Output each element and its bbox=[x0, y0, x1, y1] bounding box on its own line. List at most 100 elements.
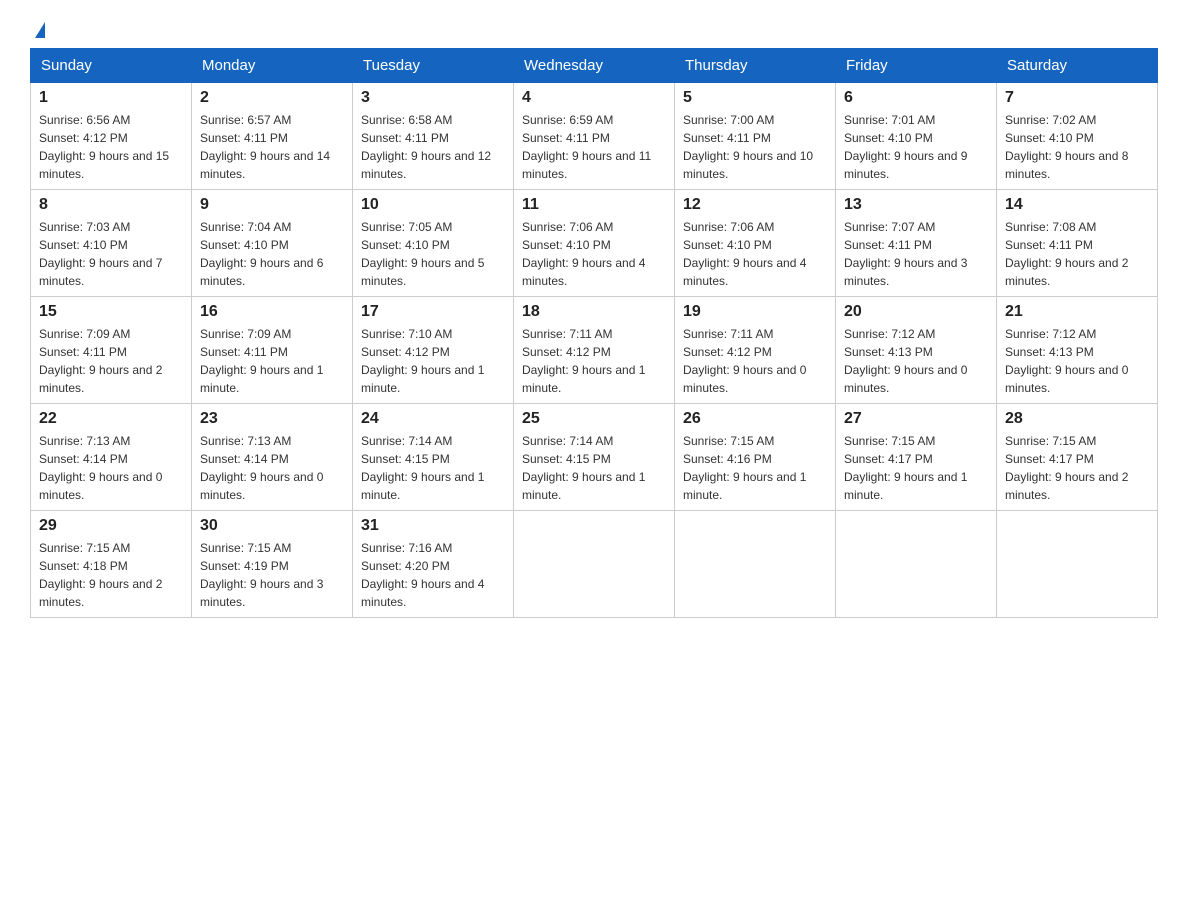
day-cell: 7 Sunrise: 7:02 AMSunset: 4:10 PMDayligh… bbox=[997, 83, 1158, 190]
day-number: 22 bbox=[39, 410, 183, 428]
weekday-header-monday: Monday bbox=[192, 49, 353, 83]
day-info: Sunrise: 7:06 AMSunset: 4:10 PMDaylight:… bbox=[522, 220, 645, 288]
weekday-header-saturday: Saturday bbox=[997, 49, 1158, 83]
day-info: Sunrise: 7:09 AMSunset: 4:11 PMDaylight:… bbox=[39, 327, 162, 395]
day-cell: 15 Sunrise: 7:09 AMSunset: 4:11 PMDaylig… bbox=[31, 297, 192, 404]
day-number: 7 bbox=[1005, 89, 1149, 107]
day-number: 21 bbox=[1005, 303, 1149, 321]
day-number: 30 bbox=[200, 517, 344, 535]
day-info: Sunrise: 7:15 AMSunset: 4:17 PMDaylight:… bbox=[1005, 434, 1128, 502]
day-cell: 2 Sunrise: 6:57 AMSunset: 4:11 PMDayligh… bbox=[192, 83, 353, 190]
day-number: 23 bbox=[200, 410, 344, 428]
day-number: 17 bbox=[361, 303, 505, 321]
day-cell: 5 Sunrise: 7:00 AMSunset: 4:11 PMDayligh… bbox=[675, 83, 836, 190]
day-info: Sunrise: 7:09 AMSunset: 4:11 PMDaylight:… bbox=[200, 327, 323, 395]
day-cell: 1 Sunrise: 6:56 AMSunset: 4:12 PMDayligh… bbox=[31, 83, 192, 190]
day-cell: 24 Sunrise: 7:14 AMSunset: 4:15 PMDaylig… bbox=[353, 404, 514, 511]
day-info: Sunrise: 7:11 AMSunset: 4:12 PMDaylight:… bbox=[522, 327, 645, 395]
page-header bbox=[30, 20, 1158, 38]
day-cell: 8 Sunrise: 7:03 AMSunset: 4:10 PMDayligh… bbox=[31, 190, 192, 297]
calendar-table: SundayMondayTuesdayWednesdayThursdayFrid… bbox=[30, 48, 1158, 618]
day-info: Sunrise: 7:07 AMSunset: 4:11 PMDaylight:… bbox=[844, 220, 967, 288]
day-cell bbox=[675, 511, 836, 618]
day-cell: 12 Sunrise: 7:06 AMSunset: 4:10 PMDaylig… bbox=[675, 190, 836, 297]
week-row-2: 8 Sunrise: 7:03 AMSunset: 4:10 PMDayligh… bbox=[31, 190, 1158, 297]
day-info: Sunrise: 7:02 AMSunset: 4:10 PMDaylight:… bbox=[1005, 113, 1128, 181]
day-number: 20 bbox=[844, 303, 988, 321]
day-cell: 19 Sunrise: 7:11 AMSunset: 4:12 PMDaylig… bbox=[675, 297, 836, 404]
week-row-3: 15 Sunrise: 7:09 AMSunset: 4:11 PMDaylig… bbox=[31, 297, 1158, 404]
day-cell: 31 Sunrise: 7:16 AMSunset: 4:20 PMDaylig… bbox=[353, 511, 514, 618]
day-cell: 10 Sunrise: 7:05 AMSunset: 4:10 PMDaylig… bbox=[353, 190, 514, 297]
day-number: 16 bbox=[200, 303, 344, 321]
day-cell: 23 Sunrise: 7:13 AMSunset: 4:14 PMDaylig… bbox=[192, 404, 353, 511]
day-info: Sunrise: 7:15 AMSunset: 4:19 PMDaylight:… bbox=[200, 541, 323, 609]
weekday-header-friday: Friday bbox=[836, 49, 997, 83]
day-cell: 29 Sunrise: 7:15 AMSunset: 4:18 PMDaylig… bbox=[31, 511, 192, 618]
day-cell: 18 Sunrise: 7:11 AMSunset: 4:12 PMDaylig… bbox=[514, 297, 675, 404]
weekday-header-row: SundayMondayTuesdayWednesdayThursdayFrid… bbox=[31, 49, 1158, 83]
day-cell bbox=[997, 511, 1158, 618]
day-cell: 14 Sunrise: 7:08 AMSunset: 4:11 PMDaylig… bbox=[997, 190, 1158, 297]
day-number: 19 bbox=[683, 303, 827, 321]
day-number: 14 bbox=[1005, 196, 1149, 214]
day-info: Sunrise: 6:57 AMSunset: 4:11 PMDaylight:… bbox=[200, 113, 330, 181]
day-info: Sunrise: 7:10 AMSunset: 4:12 PMDaylight:… bbox=[361, 327, 484, 395]
day-info: Sunrise: 7:15 AMSunset: 4:18 PMDaylight:… bbox=[39, 541, 162, 609]
day-info: Sunrise: 7:05 AMSunset: 4:10 PMDaylight:… bbox=[361, 220, 484, 288]
weekday-header-wednesday: Wednesday bbox=[514, 49, 675, 83]
week-row-4: 22 Sunrise: 7:13 AMSunset: 4:14 PMDaylig… bbox=[31, 404, 1158, 511]
day-info: Sunrise: 7:14 AMSunset: 4:15 PMDaylight:… bbox=[361, 434, 484, 502]
day-cell bbox=[514, 511, 675, 618]
day-cell: 21 Sunrise: 7:12 AMSunset: 4:13 PMDaylig… bbox=[997, 297, 1158, 404]
logo bbox=[30, 20, 45, 38]
day-cell: 30 Sunrise: 7:15 AMSunset: 4:19 PMDaylig… bbox=[192, 511, 353, 618]
day-info: Sunrise: 7:06 AMSunset: 4:10 PMDaylight:… bbox=[683, 220, 806, 288]
day-number: 8 bbox=[39, 196, 183, 214]
weekday-header-thursday: Thursday bbox=[675, 49, 836, 83]
day-number: 9 bbox=[200, 196, 344, 214]
day-info: Sunrise: 7:11 AMSunset: 4:12 PMDaylight:… bbox=[683, 327, 806, 395]
day-number: 1 bbox=[39, 89, 183, 107]
day-number: 18 bbox=[522, 303, 666, 321]
day-cell: 27 Sunrise: 7:15 AMSunset: 4:17 PMDaylig… bbox=[836, 404, 997, 511]
day-number: 15 bbox=[39, 303, 183, 321]
week-row-1: 1 Sunrise: 6:56 AMSunset: 4:12 PMDayligh… bbox=[31, 83, 1158, 190]
day-cell: 22 Sunrise: 7:13 AMSunset: 4:14 PMDaylig… bbox=[31, 404, 192, 511]
day-cell: 28 Sunrise: 7:15 AMSunset: 4:17 PMDaylig… bbox=[997, 404, 1158, 511]
day-cell: 25 Sunrise: 7:14 AMSunset: 4:15 PMDaylig… bbox=[514, 404, 675, 511]
day-info: Sunrise: 7:13 AMSunset: 4:14 PMDaylight:… bbox=[39, 434, 162, 502]
day-cell: 4 Sunrise: 6:59 AMSunset: 4:11 PMDayligh… bbox=[514, 83, 675, 190]
day-number: 5 bbox=[683, 89, 827, 107]
day-number: 25 bbox=[522, 410, 666, 428]
day-number: 4 bbox=[522, 89, 666, 107]
day-cell bbox=[836, 511, 997, 618]
day-number: 31 bbox=[361, 517, 505, 535]
day-number: 28 bbox=[1005, 410, 1149, 428]
day-cell: 3 Sunrise: 6:58 AMSunset: 4:11 PMDayligh… bbox=[353, 83, 514, 190]
weekday-header-sunday: Sunday bbox=[31, 49, 192, 83]
day-number: 6 bbox=[844, 89, 988, 107]
day-cell: 16 Sunrise: 7:09 AMSunset: 4:11 PMDaylig… bbox=[192, 297, 353, 404]
day-number: 29 bbox=[39, 517, 183, 535]
day-info: Sunrise: 7:14 AMSunset: 4:15 PMDaylight:… bbox=[522, 434, 645, 502]
day-cell: 6 Sunrise: 7:01 AMSunset: 4:10 PMDayligh… bbox=[836, 83, 997, 190]
day-number: 3 bbox=[361, 89, 505, 107]
day-info: Sunrise: 7:01 AMSunset: 4:10 PMDaylight:… bbox=[844, 113, 967, 181]
day-number: 13 bbox=[844, 196, 988, 214]
day-info: Sunrise: 7:13 AMSunset: 4:14 PMDaylight:… bbox=[200, 434, 323, 502]
day-info: Sunrise: 7:12 AMSunset: 4:13 PMDaylight:… bbox=[1005, 327, 1128, 395]
day-info: Sunrise: 7:03 AMSunset: 4:10 PMDaylight:… bbox=[39, 220, 162, 288]
day-info: Sunrise: 7:15 AMSunset: 4:17 PMDaylight:… bbox=[844, 434, 967, 502]
day-info: Sunrise: 7:08 AMSunset: 4:11 PMDaylight:… bbox=[1005, 220, 1128, 288]
day-info: Sunrise: 7:12 AMSunset: 4:13 PMDaylight:… bbox=[844, 327, 967, 395]
day-info: Sunrise: 7:04 AMSunset: 4:10 PMDaylight:… bbox=[200, 220, 323, 288]
day-info: Sunrise: 6:56 AMSunset: 4:12 PMDaylight:… bbox=[39, 113, 169, 181]
day-cell: 17 Sunrise: 7:10 AMSunset: 4:12 PMDaylig… bbox=[353, 297, 514, 404]
week-row-5: 29 Sunrise: 7:15 AMSunset: 4:18 PMDaylig… bbox=[31, 511, 1158, 618]
day-number: 10 bbox=[361, 196, 505, 214]
day-info: Sunrise: 6:58 AMSunset: 4:11 PMDaylight:… bbox=[361, 113, 491, 181]
day-info: Sunrise: 6:59 AMSunset: 4:11 PMDaylight:… bbox=[522, 113, 651, 181]
day-number: 27 bbox=[844, 410, 988, 428]
day-cell: 26 Sunrise: 7:15 AMSunset: 4:16 PMDaylig… bbox=[675, 404, 836, 511]
